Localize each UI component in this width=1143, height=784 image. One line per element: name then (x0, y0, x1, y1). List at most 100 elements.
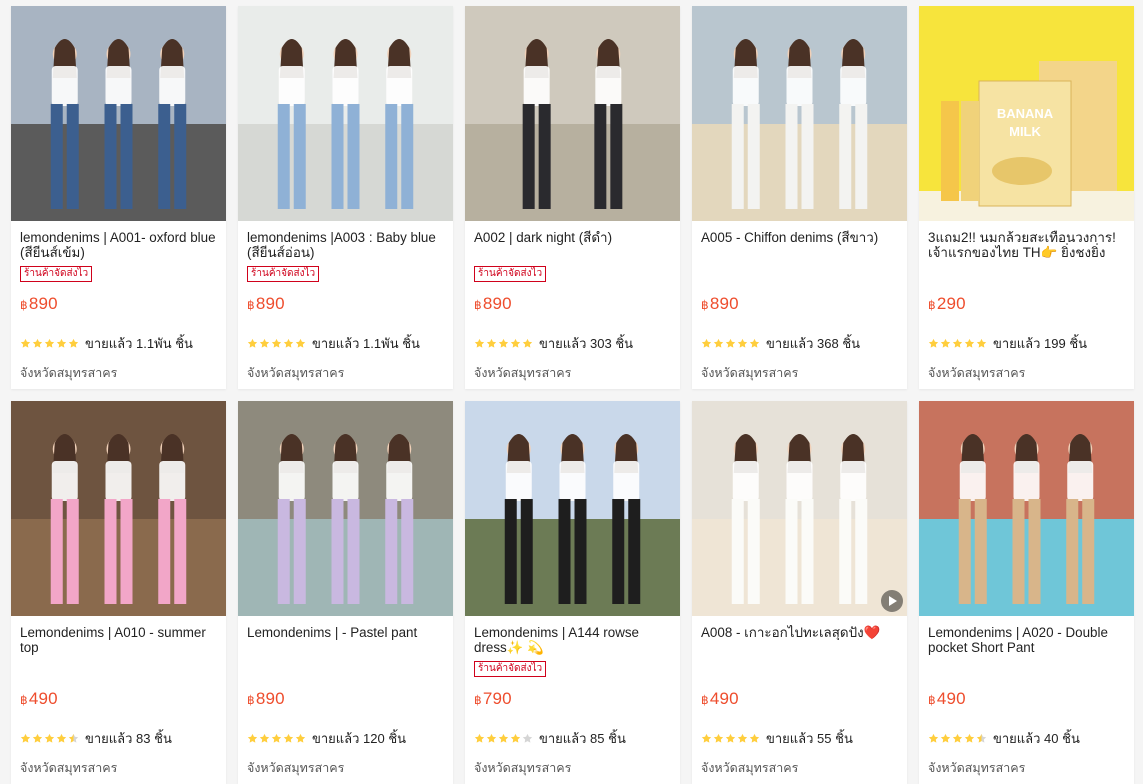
product-card[interactable]: BANANA MILK 3แถม2!! นมกล้วยสะเทือนวงการ!… (919, 6, 1134, 389)
star-icon (20, 733, 31, 744)
sold-count: ขายแล้ว 303 ชิ้น (539, 336, 634, 351)
product-photo-oxford-blue-jeans[interactable] (11, 6, 226, 221)
rating-stars (20, 338, 79, 349)
shop-location: จังหวัดสมุทรสาคร (247, 366, 345, 380)
price-value: 490 (28, 689, 58, 708)
currency-symbol: ฿ (701, 693, 709, 707)
product-title[interactable]: Lemondenims | A144 rowse dress✨ 💫 (474, 625, 674, 655)
price-value: 290 (936, 294, 966, 313)
product-title[interactable]: 3แถม2!! นมกล้วยสะเทือนวงการ! เจ้าแรกของไ… (928, 230, 1128, 260)
shop-location: จังหวัดสมุทรสาคร (247, 761, 345, 775)
product-card[interactable]: A002 | dark night (สีดำ) ร้านค้าจัดส่งไว… (465, 6, 680, 389)
star-icon (259, 733, 270, 744)
currency-symbol: ฿ (247, 693, 255, 707)
product-card[interactable]: Lemondenims | A144 rowse dress✨ 💫 ร้านค้… (465, 401, 680, 784)
product-card[interactable]: lemondenims | A001- oxford blue (สียีนส์… (11, 6, 226, 389)
price-value: 890 (482, 294, 512, 313)
product-title[interactable]: A002 | dark night (สีดำ) (474, 230, 674, 245)
product-price: ฿490 (928, 689, 966, 709)
rating-row: ขายแล้ว 120 ชิ้น (247, 728, 406, 749)
product-photo-chiffon-white-denims[interactable] (692, 6, 907, 221)
sold-count: ขายแล้ว 85 ชิ้น (539, 731, 626, 746)
star-icon (952, 733, 963, 744)
star-icon (44, 733, 55, 744)
product-photo-baby-blue-jeans[interactable] (238, 6, 453, 221)
star-icon (259, 338, 270, 349)
rating-stars (928, 733, 987, 744)
product-title[interactable]: A008 - เกาะอกไปทะเลสุดปัง❤️ (701, 625, 901, 640)
product-photo-dark-night-jeans[interactable] (465, 6, 680, 221)
star-icon (283, 733, 294, 744)
fast-shipping-badge: ร้านค้าจัดส่งไว (247, 266, 320, 282)
star-icon (32, 733, 43, 744)
currency-symbol: ฿ (928, 693, 936, 707)
star-icon (928, 338, 939, 349)
product-title[interactable]: lemondenims | A001- oxford blue (สียีนส์… (20, 230, 220, 260)
rating-stars (928, 338, 987, 349)
star-icon (737, 733, 748, 744)
product-price: ฿490 (701, 689, 739, 709)
star-icon (976, 733, 987, 744)
product-card[interactable]: A008 - เกาะอกไปทะเลสุดปัง❤️ ฿490 ขายแล้ว… (692, 401, 907, 784)
price-value: 890 (255, 294, 285, 313)
product-card[interactable]: Lemondenims | A020 - Double pocket Short… (919, 401, 1134, 784)
rating-stars (701, 733, 760, 744)
product-photo-pastel-pant[interactable] (238, 401, 453, 616)
video-play-icon[interactable] (881, 590, 903, 612)
product-photo-banana-milk-box[interactable]: BANANA MILK (919, 6, 1134, 221)
star-icon (964, 338, 975, 349)
svg-text:MILK: MILK (1009, 124, 1041, 139)
star-icon (940, 338, 951, 349)
currency-symbol: ฿ (474, 298, 482, 312)
star-icon (701, 733, 712, 744)
fast-shipping-badge: ร้านค้าจัดส่งไว (474, 661, 547, 677)
product-title[interactable]: Lemondenims | - Pastel pant (247, 625, 447, 640)
rating-row: ขายแล้ว 1.1พัน ชิ้น (247, 333, 420, 354)
product-title[interactable]: A005 - Chiffon denims (สีขาว) (701, 230, 901, 245)
rating-stars (474, 733, 533, 744)
star-icon (247, 733, 258, 744)
product-title[interactable]: Lemondenims | A010 - summer top (20, 625, 220, 655)
product-title[interactable]: Lemondenims | A020 - Double pocket Short… (928, 625, 1128, 655)
shop-location: จังหวัดสมุทรสาคร (474, 761, 572, 775)
rating-stars (474, 338, 533, 349)
star-icon (295, 733, 306, 744)
price-value: 490 (936, 689, 966, 708)
product-photo-summer-top[interactable] (11, 401, 226, 616)
sold-count: ขายแล้ว 55 ชิ้น (766, 731, 853, 746)
product-title[interactable]: lemondenims |A003 : Baby blue (สียีนส์อ่… (247, 230, 447, 260)
product-card[interactable]: lemondenims |A003 : Baby blue (สียีนส์อ่… (238, 6, 453, 389)
star-icon (283, 338, 294, 349)
rating-stars (247, 338, 306, 349)
price-value: 890 (255, 689, 285, 708)
star-icon (474, 733, 485, 744)
product-photo-beach-bandeau[interactable] (692, 401, 907, 616)
sold-count: ขายแล้ว 1.1พัน ชิ้น (312, 336, 420, 351)
rating-row: ขายแล้ว 40 ชิ้น (928, 728, 1080, 749)
product-card[interactable]: Lemondenims | A010 - summer top ฿490 ขาย… (11, 401, 226, 784)
product-price: ฿790 (474, 689, 512, 709)
product-card[interactable]: A005 - Chiffon denims (สีขาว) ฿890 ขายแล… (692, 6, 907, 389)
currency-symbol: ฿ (701, 298, 709, 312)
star-icon (68, 338, 79, 349)
star-icon (56, 733, 67, 744)
star-icon (928, 733, 939, 744)
star-icon (68, 733, 79, 744)
product-price: ฿890 (701, 294, 739, 314)
star-icon (713, 338, 724, 349)
shop-location: จังหวัดสมุทรสาคร (474, 366, 572, 380)
product-card[interactable]: Lemondenims | - Pastel pant ฿890 ขายแล้ว… (238, 401, 453, 784)
shop-location: จังหวัดสมุทรสาคร (928, 761, 1026, 775)
rating-stars (247, 733, 306, 744)
product-photo-rowse-dress[interactable] (465, 401, 680, 616)
fast-shipping-badge: ร้านค้าจัดส่งไว (474, 266, 547, 282)
star-icon (749, 733, 760, 744)
star-icon (510, 338, 521, 349)
star-icon (701, 338, 712, 349)
product-price: ฿890 (247, 294, 285, 314)
fast-shipping-badge: ร้านค้าจัดส่งไว (20, 266, 93, 282)
product-photo-double-pocket-short[interactable] (919, 401, 1134, 616)
star-icon (952, 338, 963, 349)
currency-symbol: ฿ (20, 298, 28, 312)
shop-location: จังหวัดสมุทรสาคร (20, 761, 118, 775)
